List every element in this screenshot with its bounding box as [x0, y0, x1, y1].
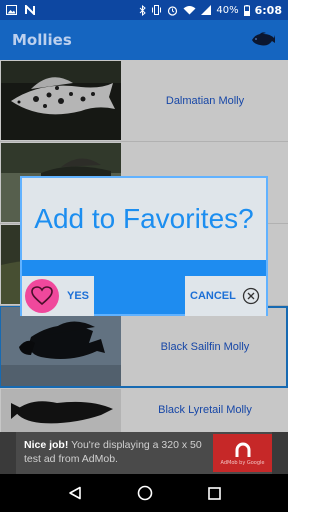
alarm-icon — [168, 5, 178, 16]
heart-icon-badge — [25, 279, 59, 313]
add-favorite-dialog: Add to Favorites? YES CANCEL — [20, 176, 268, 316]
admob-icon — [235, 442, 250, 457]
close-circle-icon — [242, 287, 259, 305]
ad-text: Nice job! You're displaying a 320 x 50 t… — [24, 438, 204, 466]
status-left — [6, 5, 35, 15]
battery-icon — [243, 4, 250, 16]
n-notification-icon — [25, 5, 35, 15]
app-bar: Mollies — [0, 20, 288, 60]
wifi-icon — [183, 6, 196, 15]
ad-banner[interactable]: Nice job! You're displaying a 320 x 50 t… — [0, 432, 288, 474]
cancel-button[interactable]: CANCEL — [185, 276, 266, 316]
clock: 6:08 — [254, 3, 282, 17]
admob-logo: AdMob by Google — [213, 434, 272, 472]
ad-bold-text: Nice job! — [24, 439, 69, 451]
recents-icon[interactable] — [207, 486, 221, 500]
page-title: Mollies — [12, 31, 72, 49]
vibrate-icon — [152, 5, 162, 15]
fish-icon[interactable] — [250, 31, 276, 49]
heart-icon — [31, 286, 53, 306]
bluetooth-icon — [140, 4, 147, 16]
photo-icon — [6, 5, 17, 15]
back-icon[interactable] — [68, 486, 82, 500]
status-bar: 40% 6:08 — [0, 0, 288, 20]
cancel-label: CANCEL — [190, 290, 236, 302]
dialog-divider — [22, 260, 266, 276]
status-right: 40% 6:08 — [139, 4, 282, 17]
signal-icon — [201, 5, 212, 15]
dialog-title: Add to Favorites? — [22, 178, 266, 260]
yes-button[interactable]: YES — [22, 276, 94, 316]
yes-label: YES — [67, 290, 90, 302]
app-screen: 40% 6:08 Mollies Dalmatian Molly Black S… — [0, 0, 288, 512]
battery-percent: 40% — [216, 4, 239, 16]
home-icon[interactable] — [137, 485, 153, 501]
nav-bar — [0, 474, 288, 512]
admob-caption: AdMob by Google — [220, 459, 265, 466]
